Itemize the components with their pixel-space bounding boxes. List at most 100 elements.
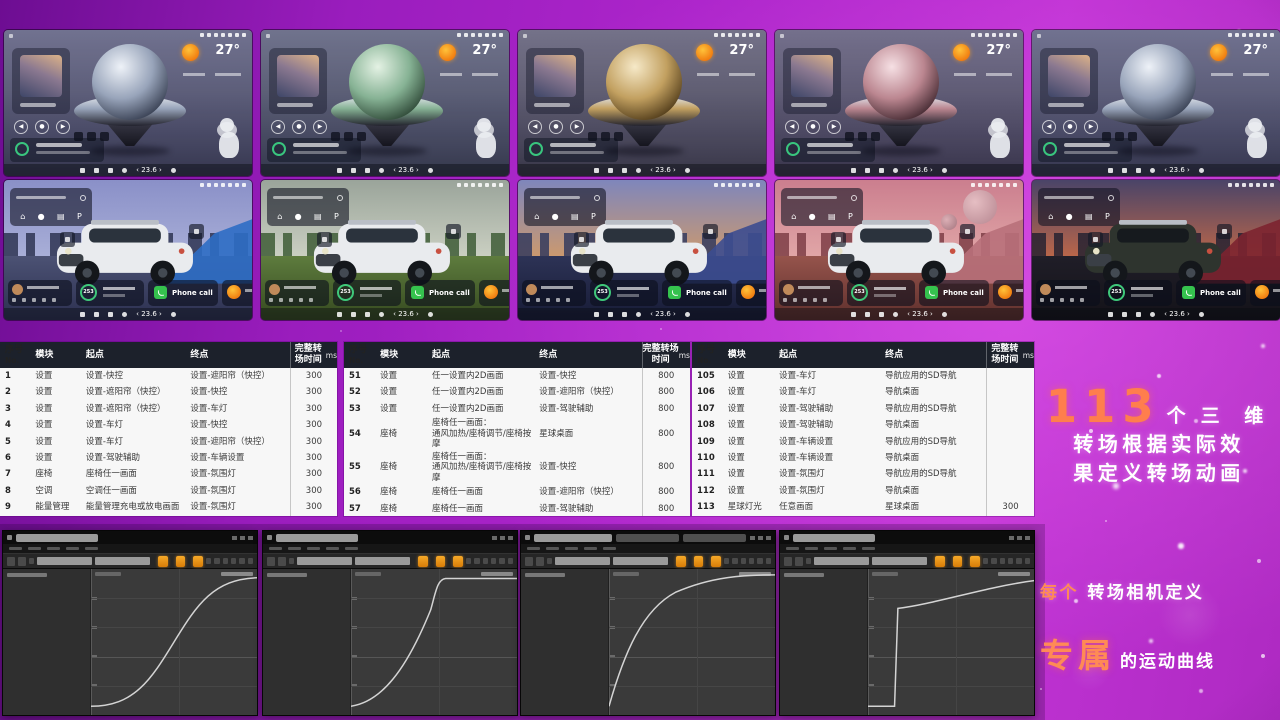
properties-sidebar[interactable] [521,569,609,715]
phone-icon[interactable] [1150,312,1155,317]
minimize-icon[interactable] [750,536,755,540]
timeline-segment[interactable] [872,557,927,565]
climate-temperature[interactable]: ‹ 23.6 › [907,308,933,320]
range-gauge-card[interactable]: 253 [590,280,658,306]
apps-icon[interactable] [351,168,356,173]
apps-icon[interactable] [1122,168,1127,173]
weather-widget[interactable]: 27° [692,42,760,84]
range-gauge-card[interactable]: 253 [333,280,401,306]
key-button[interactable] [158,556,168,567]
seat-memory-badge[interactable] [74,132,83,141]
search-input[interactable] [1044,196,1094,199]
tool-icon[interactable] [231,558,236,564]
window-title-bar[interactable] [521,531,775,544]
window-title-bar[interactable] [3,531,257,544]
maximize-icon[interactable] [758,536,763,540]
tool-icon[interactable] [795,557,803,566]
window-tab[interactable] [534,534,612,542]
window-tab[interactable] [276,534,358,542]
key-button[interactable] [418,556,428,567]
weather-widget[interactable]: 27° [1206,42,1274,84]
curve-graph-area[interactable] [609,569,775,715]
phone-icon[interactable] [636,168,641,173]
apps-icon[interactable] [608,168,613,173]
home-icon[interactable] [337,168,342,173]
driver-profile-card[interactable] [265,280,329,306]
key-button[interactable] [176,556,186,567]
search-input[interactable] [273,196,323,199]
tool-icon[interactable] [547,558,552,564]
tool-icon[interactable] [1025,558,1030,564]
home-icon[interactable]: ⌂ [1048,212,1053,222]
tool-icon[interactable] [499,558,504,564]
music-player-card[interactable] [12,48,70,114]
car-icon[interactable] [879,312,884,317]
seat-memory-badge[interactable] [871,132,880,141]
next-track-button[interactable]: ▶ [827,120,841,134]
close-icon[interactable] [766,536,771,540]
window-tab[interactable] [616,534,679,542]
curve-graph-area[interactable] [351,569,517,715]
seat-memory-badge[interactable] [331,132,340,141]
key-button[interactable] [193,556,203,567]
next-track-button[interactable]: ▶ [56,120,70,134]
seat-memory-badge[interactable] [1102,132,1111,141]
tool-icon[interactable] [766,558,771,564]
close-icon[interactable] [248,536,253,540]
user-icon[interactable]: ● [38,212,45,222]
climate-temperature[interactable]: ‹ 23.6 › [136,164,162,176]
weather-mini-card[interactable] [736,280,766,306]
next-track-button[interactable]: ▶ [1084,120,1098,134]
apps-icon[interactable] [865,168,870,173]
timeline-segment[interactable] [814,557,869,565]
properties-sidebar[interactable] [780,569,868,715]
driver-profile-card[interactable] [8,280,72,306]
properties-sidebar[interactable] [263,569,351,715]
home-icon[interactable]: ⌂ [534,212,539,222]
apps-icon[interactable] [94,168,99,173]
phone-icon[interactable] [122,312,127,317]
menu-bar[interactable] [3,544,257,553]
ar-control-button[interactable] [446,224,461,239]
tool-icon[interactable] [491,558,496,564]
home-icon[interactable]: ⌂ [20,212,25,222]
phone-call-card[interactable]: Phone call [405,280,475,306]
car-icon[interactable] [108,168,113,173]
voice-mic-button[interactable]: ● [549,120,563,134]
tool-icon[interactable] [206,558,211,564]
seat-memory-badge[interactable] [845,132,854,141]
phone-icon[interactable] [122,168,127,173]
tool-icon[interactable] [741,558,746,564]
seat-memory-badge[interactable] [858,132,867,141]
tool-icon[interactable] [267,557,275,566]
window-tab[interactable] [683,534,746,542]
music-player-card[interactable] [526,48,584,114]
search-input[interactable] [787,196,837,199]
climate-temperature[interactable]: ‹ 23.6 › [393,164,419,176]
car-icon[interactable] [622,168,627,173]
climate-temperature[interactable]: ‹ 23.6 › [393,308,419,320]
phone-icon[interactable] [893,312,898,317]
climate-temperature[interactable]: ‹ 23.6 › [1164,308,1190,320]
car-icon[interactable] [365,312,370,317]
climate-temperature[interactable]: ‹ 23.6 › [907,164,933,176]
tool-icon[interactable] [757,558,762,564]
driver-profile-card[interactable] [779,280,843,306]
key-button[interactable] [935,556,945,567]
tool-icon[interactable] [18,557,26,566]
seat-memory-badge[interactable] [100,132,109,141]
fan-icon[interactable] [428,312,433,317]
home-icon[interactable]: ⌂ [277,212,282,222]
timeline-segment[interactable] [37,557,92,565]
tool-icon[interactable] [536,557,544,566]
user-icon[interactable]: ● [552,212,559,222]
seat-memory-badge[interactable] [357,132,366,141]
next-track-button[interactable]: ▶ [570,120,584,134]
home-icon[interactable] [594,168,599,173]
next-track-button[interactable]: ▶ [313,120,327,134]
music-player-card[interactable] [783,48,841,114]
home-icon[interactable] [851,168,856,173]
weather-mini-card[interactable] [479,280,509,306]
previous-track-button[interactable]: ◀ [271,120,285,134]
key-button[interactable] [970,556,980,567]
